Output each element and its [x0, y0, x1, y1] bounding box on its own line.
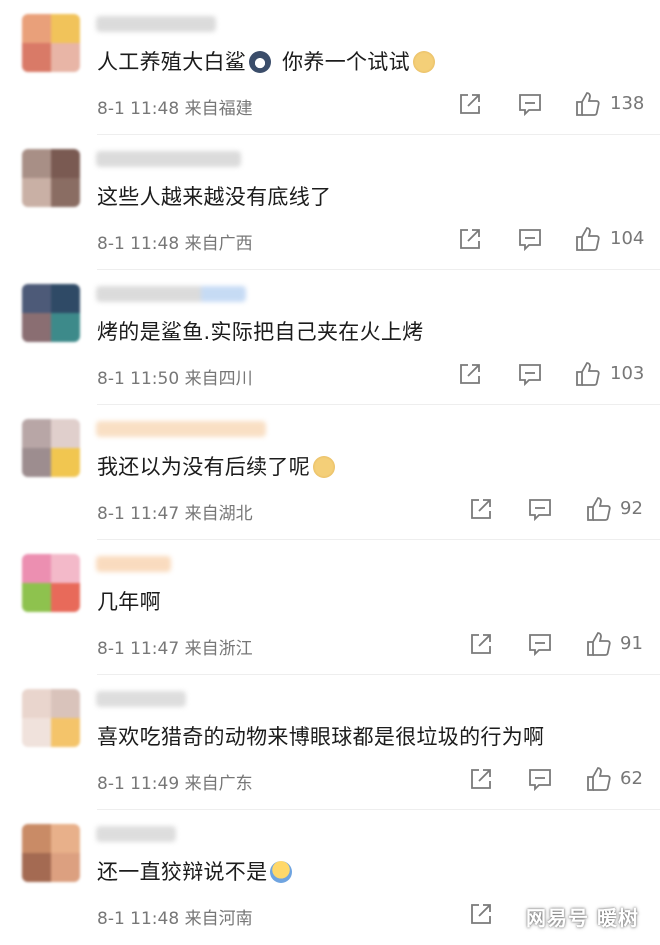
repost-icon[interactable] — [467, 630, 495, 658]
avatar-pixel — [51, 448, 80, 477]
username-blurred[interactable] — [96, 286, 246, 302]
comment-actions: 92 — [0, 495, 660, 523]
comment-text-part2: 你养一个试试 — [282, 50, 410, 74]
comment-text: 人工养殖大白鲨 你养一个试试 — [97, 48, 439, 76]
husky-emoji-icon — [249, 51, 272, 73]
sweat-emoji-icon — [270, 861, 293, 883]
comment-icon[interactable] — [516, 225, 544, 253]
avatar-pixel — [51, 824, 80, 853]
avatar[interactable] — [22, 554, 80, 612]
comment-actions: 103 — [0, 360, 660, 388]
avatar-pixel — [51, 178, 80, 207]
avatar-pixel — [51, 853, 80, 882]
username-blurred[interactable] — [96, 826, 176, 842]
repost-icon[interactable] — [467, 900, 495, 928]
like-count: 103 — [610, 363, 645, 384]
avatar-pixel — [51, 554, 80, 583]
avatar-pixel — [22, 284, 51, 313]
avatar[interactable] — [22, 14, 80, 72]
comment-item: 人工养殖大白鲨 你养一个试试 8-1 11:48 来自福建 138 — [0, 0, 660, 135]
avatar-pixel — [22, 718, 51, 747]
doge-emoji-icon — [313, 456, 335, 478]
doge-emoji-icon — [412, 51, 435, 73]
repost-icon[interactable] — [456, 360, 484, 388]
comment-icon[interactable] — [526, 765, 554, 793]
repost-icon[interactable] — [467, 765, 495, 793]
comment-icon[interactable] — [526, 630, 554, 658]
comment-text: 喜欢吃猎奇的动物来博眼球都是很垃圾的行为啊 — [97, 725, 545, 749]
username-blurred[interactable] — [96, 421, 266, 437]
comment-item: 烤的是鲨鱼.实际把自己夹在火上烤 8-1 11:50 来自四川 103 — [0, 270, 660, 405]
watermark: 网易号 暖树 — [526, 906, 639, 930]
username-blurred[interactable] — [96, 151, 241, 167]
comment-text-part1: 我还以为没有后续了呢 — [97, 455, 310, 479]
comment-text-part1: 还一直狡辩说不是 — [97, 860, 268, 884]
avatar-pixel — [22, 149, 51, 178]
avatar[interactable] — [22, 284, 80, 342]
avatar-pixel — [22, 554, 51, 583]
avatar-pixel — [51, 419, 80, 448]
comment-text: 还一直狡辩说不是 — [97, 858, 296, 886]
avatar-pixel — [51, 14, 80, 43]
like-count: 138 — [610, 93, 645, 114]
like-icon[interactable] — [585, 765, 613, 793]
avatar-pixel — [22, 14, 51, 43]
comment-text: 我还以为没有后续了呢 — [97, 453, 339, 481]
comment-actions: 138 — [0, 90, 660, 118]
avatar[interactable] — [22, 419, 80, 477]
like-icon[interactable] — [585, 495, 613, 523]
comment-text: 几年啊 — [97, 590, 161, 614]
comment-actions: 104 — [0, 225, 660, 253]
like-count: 91 — [620, 633, 643, 654]
comment-item: 几年啊 8-1 11:47 来自浙江 91 — [0, 540, 660, 675]
avatar-pixel — [51, 149, 80, 178]
comment-icon[interactable] — [526, 495, 554, 523]
avatar-pixel — [22, 824, 51, 853]
avatar-pixel — [51, 313, 80, 342]
avatar-pixel — [22, 689, 51, 718]
repost-icon[interactable] — [467, 495, 495, 523]
avatar-pixel — [51, 43, 80, 72]
avatar-pixel — [22, 178, 51, 207]
comment-icon[interactable] — [516, 90, 544, 118]
avatar-pixel — [22, 448, 51, 477]
like-icon[interactable] — [574, 90, 602, 118]
like-count: 92 — [620, 498, 643, 519]
like-icon[interactable] — [574, 225, 602, 253]
comment-text: 这些人越来越没有底线了 — [97, 185, 332, 209]
comment-text: 烤的是鲨鱼.实际把自己夹在火上烤 — [97, 320, 424, 344]
comment-actions: 62 — [0, 765, 660, 793]
avatar-pixel — [51, 689, 80, 718]
avatar-pixel — [22, 313, 51, 342]
avatar[interactable] — [22, 824, 80, 882]
like-icon[interactable] — [574, 360, 602, 388]
avatar[interactable] — [22, 689, 80, 747]
avatar-pixel — [22, 583, 51, 612]
repost-icon[interactable] — [456, 225, 484, 253]
username-blurred[interactable] — [96, 16, 216, 32]
username-blurred[interactable] — [96, 556, 171, 572]
comment-item: 喜欢吃猎奇的动物来博眼球都是很垃圾的行为啊 8-1 11:49 来自广东 62 — [0, 675, 660, 810]
like-count: 104 — [610, 228, 645, 249]
comment-text-part1: 人工养殖大白鲨 — [97, 50, 247, 74]
comment-item: 我还以为没有后续了呢 8-1 11:47 来自湖北 92 — [0, 405, 660, 540]
like-count: 62 — [620, 768, 643, 789]
avatar-pixel — [22, 853, 51, 882]
avatar[interactable] — [22, 149, 80, 207]
like-icon[interactable] — [585, 630, 613, 658]
avatar-pixel — [22, 419, 51, 448]
repost-icon[interactable] — [456, 90, 484, 118]
comment-actions: 91 — [0, 630, 660, 658]
avatar-pixel — [51, 284, 80, 313]
comment-icon[interactable] — [516, 360, 544, 388]
avatar-pixel — [22, 43, 51, 72]
comment-item: 这些人越来越没有底线了 8-1 11:48 来自广西 104 — [0, 135, 660, 270]
username-blurred[interactable] — [96, 691, 186, 707]
avatar-pixel — [51, 718, 80, 747]
avatar-pixel — [51, 583, 80, 612]
